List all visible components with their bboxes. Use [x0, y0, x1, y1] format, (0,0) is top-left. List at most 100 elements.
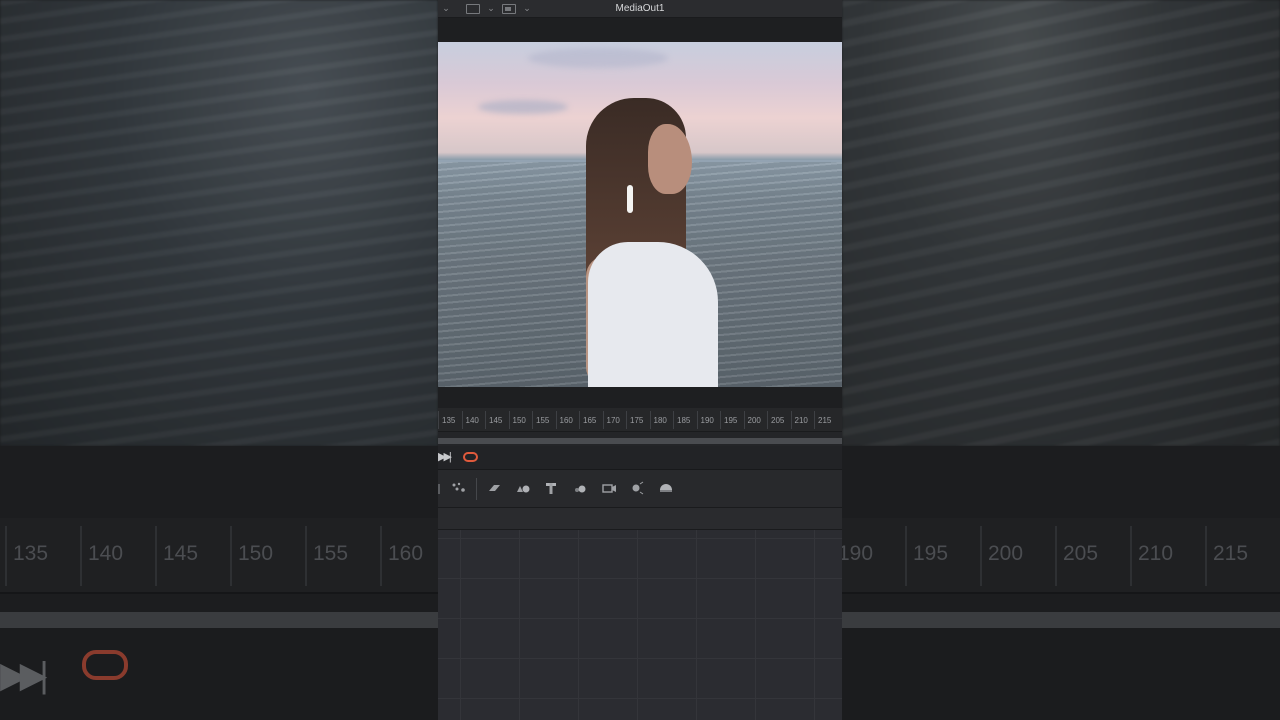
- loop-icon: [82, 650, 128, 680]
- ruler-tick: 180: [649, 411, 667, 429]
- ruler-tick: 190: [696, 411, 714, 429]
- renderer-icon[interactable]: [658, 481, 674, 495]
- background-video-blur: [842, 0, 1280, 446]
- ruler-tick-label: 205: [771, 416, 785, 425]
- text-3d-icon[interactable]: [543, 481, 559, 495]
- toolbar-handle: [438, 484, 440, 494]
- earring: [627, 185, 633, 213]
- ruler-tick-label: 160: [559, 416, 573, 425]
- loop-icon[interactable]: [463, 452, 478, 462]
- background-ruler-label: 205: [1063, 542, 1099, 565]
- woman-dress: [588, 242, 718, 387]
- background-ruler-tick: 210: [1130, 526, 1173, 586]
- background-ruler-label: 140: [88, 542, 124, 565]
- background-transport: ▶▶|: [0, 628, 438, 720]
- background-ruler-tick: 135: [5, 526, 48, 586]
- ruler-tick: 195: [720, 411, 737, 429]
- ruler-tick-label: 135: [442, 416, 456, 425]
- ruler-tick-label: 155: [536, 416, 550, 425]
- skip-to-end-icon[interactable]: ▶▶|: [438, 450, 452, 463]
- ruler-tick-label: 180: [653, 416, 667, 425]
- background-ruler: 190 195 200 205 210 215: [842, 518, 1280, 594]
- viewer-toolbar: ⌄ ⌄ ⌄: [438, 0, 842, 18]
- chevron-down-icon[interactable]: ⌄: [519, 3, 535, 14]
- ruler-tick: 210: [790, 411, 808, 429]
- ruler-tick: 200: [743, 411, 761, 429]
- shape-3d-icon[interactable]: [515, 481, 531, 495]
- fusion-window: ⌄ ⌄ ⌄ MediaOut1 135 140 145 150 155 160 165 170…: [438, 0, 842, 720]
- toolbar-separator: [476, 478, 477, 500]
- ruler-tick-label: 195: [724, 416, 738, 425]
- cloud: [528, 48, 668, 68]
- ruler-tick: 145: [485, 411, 502, 429]
- ruler-tick-label: 150: [512, 416, 526, 425]
- background-ruler-tick: 155: [305, 526, 348, 586]
- background-ruler-label: 190: [842, 542, 874, 565]
- background-ruler-label: 150: [238, 542, 274, 565]
- chevron-down-icon[interactable]: ⌄: [438, 3, 454, 14]
- background-ruler-label: 215: [1213, 542, 1249, 565]
- background-ruler-label: 145: [163, 542, 199, 565]
- ruler-tick: 155: [532, 411, 549, 429]
- background-ruler-tick: 195: [905, 526, 948, 586]
- skip-to-end-icon: ▶▶|: [0, 654, 49, 695]
- transport-controls: ▶▶|: [438, 446, 842, 470]
- background-transport: [842, 628, 1280, 720]
- ruler-tick: 215: [814, 411, 831, 429]
- background-left: 135 140 145 150 155 160 ▶▶|: [0, 0, 438, 720]
- ruler-tick-label: 190: [700, 416, 714, 425]
- ruler-tick-label: 165: [583, 416, 597, 425]
- viewer-mode-icon[interactable]: [466, 3, 480, 14]
- tools-toolbar: [438, 470, 842, 508]
- background-ruler-label: 200: [988, 542, 1024, 565]
- background-ui-blur: 190 195 200 205 210 215: [842, 446, 1280, 720]
- background-ruler-tick: 145: [155, 526, 198, 586]
- ruler-tick-label: 200: [747, 416, 761, 425]
- timeline-ruler[interactable]: 135 140 145 150 155 160 165 170 175 180 185 190 195 2…: [438, 408, 842, 432]
- timeline-scrubber[interactable]: [438, 438, 842, 444]
- background-ui-blur: 135 140 145 150 155 160 ▶▶|: [0, 446, 438, 720]
- light-icon[interactable]: [629, 481, 645, 495]
- ruler-tick: 140: [461, 411, 479, 429]
- chevron-down-icon[interactable]: ⌄: [483, 3, 499, 14]
- background-ruler-label: 135: [13, 542, 49, 565]
- ruler-tick-label: 215: [818, 416, 832, 425]
- cloud: [478, 100, 568, 114]
- viewer-image: [438, 42, 842, 387]
- viewer[interactable]: [438, 18, 842, 408]
- node-editor-canvas[interactable]: [438, 530, 842, 720]
- background-ruler: 135 140 145 150 155 160: [0, 518, 438, 594]
- particles-icon[interactable]: [451, 481, 467, 495]
- background-ruler-label: 195: [913, 542, 949, 565]
- window-icon[interactable]: [502, 3, 516, 14]
- background-scrubber: [842, 612, 1280, 628]
- camera-3d-icon[interactable]: [601, 481, 617, 495]
- background-video-blur: [0, 0, 438, 446]
- ruler-tick: 135: [438, 411, 455, 429]
- background-ruler-tick: 215: [1205, 526, 1248, 586]
- background-ruler-tick: 200: [980, 526, 1023, 586]
- merge-3d-icon[interactable]: [572, 481, 588, 495]
- background-ruler-label: 160: [388, 542, 424, 565]
- background-ruler-tick: 140: [80, 526, 123, 586]
- ruler-tick: 150: [508, 411, 526, 429]
- background-ruler-label: 155: [313, 542, 349, 565]
- ruler-tick-label: 210: [794, 416, 808, 425]
- background-ruler-tick: 160: [380, 526, 423, 586]
- background-ruler-label: 210: [1138, 542, 1174, 565]
- ruler-tick: 205: [767, 411, 784, 429]
- ruler-tick: 170: [602, 411, 620, 429]
- background-ruler-tick: 150: [230, 526, 273, 586]
- background-scrubber: [0, 612, 438, 628]
- ruler-tick-label: 185: [677, 416, 691, 425]
- node-editor-header: [438, 508, 842, 530]
- ruler-tick-label: 175: [630, 416, 644, 425]
- ruler-tick: 175: [626, 411, 643, 429]
- ruler-tick-label: 140: [465, 416, 479, 425]
- background-ruler-tick: 205: [1055, 526, 1098, 586]
- background-right: 190 195 200 205 210 215: [842, 0, 1280, 720]
- ruler-tick-label: 170: [606, 416, 620, 425]
- ruler-tick-label: 145: [489, 416, 503, 425]
- ruler-tick: 185: [673, 411, 690, 429]
- image-plane-icon[interactable]: [486, 481, 502, 495]
